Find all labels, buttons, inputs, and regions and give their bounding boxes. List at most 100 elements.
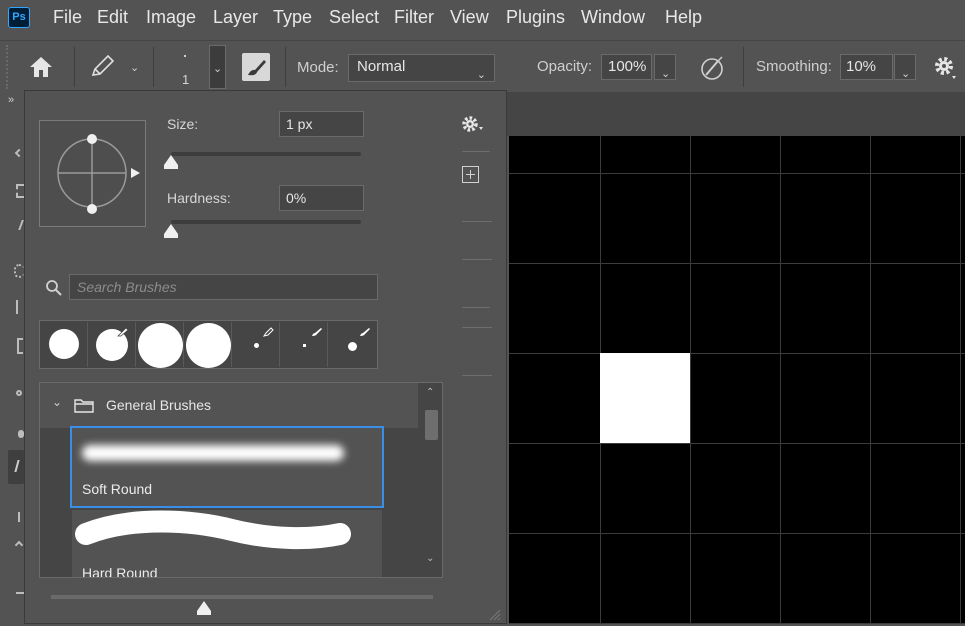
pencil-icon[interactable] (88, 51, 118, 81)
document-tab-bar (507, 92, 965, 136)
eraser-tool-icon[interactable] (16, 592, 24, 594)
mode-select[interactable]: Normal ⌄ (348, 54, 495, 82)
menu-view[interactable]: View (450, 7, 489, 28)
hardness-slider[interactable] (171, 220, 361, 224)
lasso-tool-icon[interactable] (14, 220, 24, 230)
menu-select[interactable]: Select (329, 7, 379, 28)
frame-tool-icon[interactable] (17, 338, 23, 354)
hardness-label: Hardness: (167, 190, 231, 206)
marquee-tool-icon[interactable] (16, 184, 24, 198)
brush-tool-active-icon[interactable] (8, 450, 24, 484)
move-tool-icon[interactable] (14, 148, 24, 158)
canvas[interactable] (509, 136, 965, 624)
plus-glyph-v (470, 170, 471, 179)
crop-tool-icon[interactable] (16, 300, 22, 314)
brush-tip-dot (184, 55, 186, 57)
chevron-down-icon: ⌄ (661, 68, 671, 80)
photoshop-logo: Ps (8, 7, 30, 28)
menu-image[interactable]: Image (146, 7, 196, 28)
brush-preset-dropdown[interactable]: ⌄ (209, 45, 226, 89)
menu-plugins[interactable]: Plugins (506, 7, 565, 28)
recent-brush-hard-round-eraser[interactable] (89, 322, 136, 367)
recent-brush-small-round[interactable] (329, 322, 376, 367)
quick-selection-tool-icon[interactable] (14, 264, 24, 278)
menu-bar: Ps File Edit Image Layer Type Select Fil… (0, 0, 965, 34)
chevron-down-icon[interactable]: ⌄ (52, 395, 62, 409)
brush-tip-shape (49, 329, 79, 359)
recent-brush-large-round[interactable] (137, 322, 184, 368)
home-icon[interactable] (26, 53, 56, 81)
recent-brush-pencil-small[interactable] (233, 322, 280, 367)
artifact-line (462, 327, 492, 328)
menu-edit[interactable]: Edit (97, 7, 128, 28)
brush-group-general[interactable]: ⌄ General Brushes (40, 383, 418, 428)
preview-size-slider[interactable] (51, 595, 433, 599)
mode-value: Normal (357, 58, 406, 75)
brush-list-scrollbar[interactable]: ⌃ ⌄ (420, 383, 442, 577)
size-slider[interactable] (171, 152, 361, 156)
pixel-grid-line (960, 136, 961, 624)
eyedropper-tool-icon[interactable] (16, 390, 22, 396)
brush-item-label: Soft Round (82, 481, 153, 497)
artifact-line (462, 151, 490, 152)
separator (285, 47, 286, 87)
brush-item-hard-round[interactable]: Hard Round (72, 510, 382, 577)
scrollbar-thumb[interactable] (425, 410, 438, 440)
brush-tip-shape (348, 342, 357, 351)
scroll-down-icon[interactable]: ⌄ (426, 553, 434, 564)
preview-size-slider-thumb[interactable] (196, 601, 211, 615)
recent-brush-hard-round[interactable] (41, 322, 88, 367)
artifact-line (462, 221, 492, 222)
hard-round-stroke-preview (75, 510, 351, 550)
separator (153, 47, 154, 87)
menu-file[interactable]: File (53, 7, 82, 28)
size-field[interactable]: 1 px (279, 111, 364, 137)
brush-badge-icon (359, 324, 371, 336)
options-bar: ⌄ 1 ⌄ Mode: Normal ⌄ Opacity: 100% ⌄ Smo… (0, 40, 965, 92)
brush-preset-panel: Size: 1 px Hardness: 0% Search Brushes ⌄… (24, 90, 507, 624)
brush-item-soft-round[interactable]: Soft Round (70, 426, 384, 508)
hardness-field[interactable]: 0% (279, 185, 364, 211)
smoothing-field[interactable]: 10% (840, 54, 893, 80)
pixel-grid-line (870, 136, 871, 624)
recent-brush-large-round-2[interactable] (185, 322, 232, 368)
brush-size-value: 1 (182, 72, 190, 87)
chevron-down-icon[interactable]: ⌄ (130, 61, 139, 74)
brush-angle-widget[interactable] (40, 121, 145, 226)
size-slider-thumb[interactable] (164, 155, 178, 169)
hardness-slider-thumb[interactable] (164, 224, 178, 238)
brush-group-name: General Brushes (106, 397, 212, 413)
opacity-field[interactable]: 100% (601, 54, 652, 80)
airbrush-pressure-icon[interactable] (698, 53, 728, 83)
eraser-badge-icon (117, 324, 129, 337)
menu-filter[interactable]: Filter (394, 7, 434, 28)
size-label: Size: (167, 116, 199, 132)
menu-window[interactable]: Window (581, 7, 645, 28)
brush-badge-icon (311, 324, 323, 336)
bar-grip[interactable] (6, 45, 10, 89)
separator (74, 47, 75, 87)
resize-grip-icon[interactable] (487, 607, 501, 621)
clone-stamp-tool-icon[interactable] (18, 512, 22, 522)
brush-presets-list: ⌄ General Brushes Soft Round Hard Round … (39, 382, 443, 578)
expand-panels-icon[interactable]: » (8, 94, 14, 106)
smoothing-dropdown[interactable]: ⌄ (894, 54, 916, 80)
recent-brush-tiny[interactable] (281, 322, 328, 367)
chevron-down-icon: ⌄ (901, 68, 911, 80)
opacity-dropdown[interactable]: ⌄ (654, 54, 676, 80)
toggle-brush-panel-icon[interactable] (242, 53, 270, 81)
search-brushes-input[interactable]: Search Brushes (69, 274, 378, 300)
panel-gear-icon[interactable] (461, 115, 487, 135)
new-preset-icon[interactable] (462, 166, 479, 183)
gear-icon[interactable] (932, 54, 958, 80)
brush-tip-preview[interactable] (39, 120, 146, 227)
menu-help[interactable]: Help (665, 7, 702, 28)
recent-brushes-strip (39, 320, 378, 369)
menu-layer[interactable]: Layer (213, 7, 258, 28)
pixel-grid-line (509, 533, 965, 534)
smoothing-label: Smoothing: (756, 58, 832, 75)
history-brush-tool-icon[interactable] (14, 540, 24, 550)
menu-type[interactable]: Type (273, 7, 312, 28)
scroll-up-icon[interactable]: ⌃ (426, 387, 434, 398)
chevron-down-icon: ⌄ (213, 63, 223, 75)
